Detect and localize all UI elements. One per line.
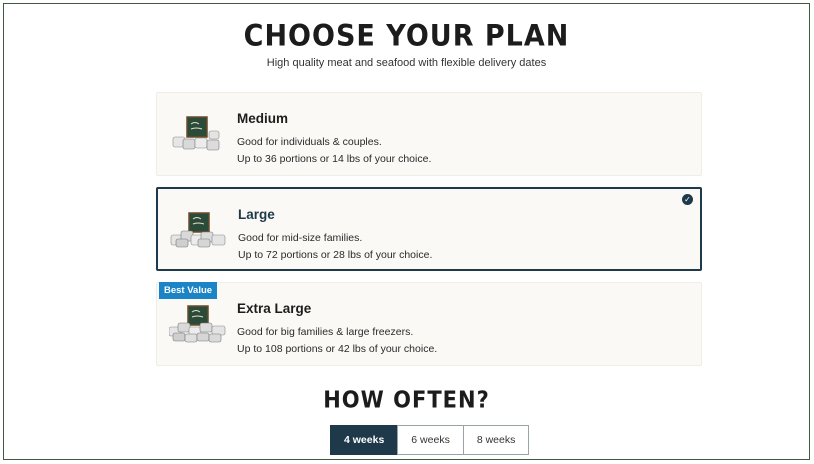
plan-medium-card[interactable]: Medium Good for individuals & couples. U…: [156, 92, 702, 176]
plan-large-card[interactable]: ✓ Large Good for mid-size families. Up t…: [156, 187, 702, 271]
plan-extra-large-card[interactable]: Best Value Extra Large Good for big fami…: [156, 282, 702, 366]
plan-desc-line1: Good for big families & large freezers.: [237, 326, 414, 338]
meat-box-medium-icon: [172, 116, 220, 151]
plan-description: Good for individuals & couples. Up to 36…: [237, 134, 431, 168]
plan-name: Medium: [237, 111, 289, 126]
plan-desc-line2: Up to 72 portions or 28 lbs of your choi…: [238, 249, 433, 261]
page-title: CHOOSE YOUR PLAN: [243, 19, 570, 54]
plan-desc-line2: Up to 36 portions or 14 lbs of your choi…: [237, 153, 432, 165]
frequency-option-4-weeks[interactable]: 4 weeks: [330, 425, 399, 455]
plan-desc-line1: Good for individuals & couples.: [237, 136, 382, 148]
plan-description: Good for big families & large freezers. …: [237, 324, 437, 358]
frequency-selector: 4 weeks 6 weeks 8 weeks: [330, 425, 530, 455]
best-value-badge: Best Value: [159, 282, 218, 299]
plan-desc-line2: Up to 108 portions or 42 lbs of your cho…: [237, 343, 438, 355]
frequency-option-6-weeks[interactable]: 6 weeks: [397, 425, 464, 455]
meat-box-extra-large-icon: [169, 305, 226, 343]
plan-desc-line1: Good for mid-size families.: [238, 232, 363, 244]
frequency-option-8-weeks[interactable]: 8 weeks: [462, 425, 530, 455]
page-subtitle: High quality meat and seafood with flexi…: [266, 57, 547, 69]
plan-description: Good for mid-size families. Up to 72 por…: [238, 230, 432, 264]
page-frame: CHOOSE YOUR PLAN High quality meat and s…: [3, 3, 810, 460]
frequency-title: HOW OFTEN?: [323, 387, 490, 413]
plan-name: Large: [238, 207, 275, 222]
check-circle-icon: ✓: [682, 194, 693, 205]
meat-box-large-icon: [170, 212, 226, 248]
plan-name: Extra Large: [237, 301, 312, 316]
